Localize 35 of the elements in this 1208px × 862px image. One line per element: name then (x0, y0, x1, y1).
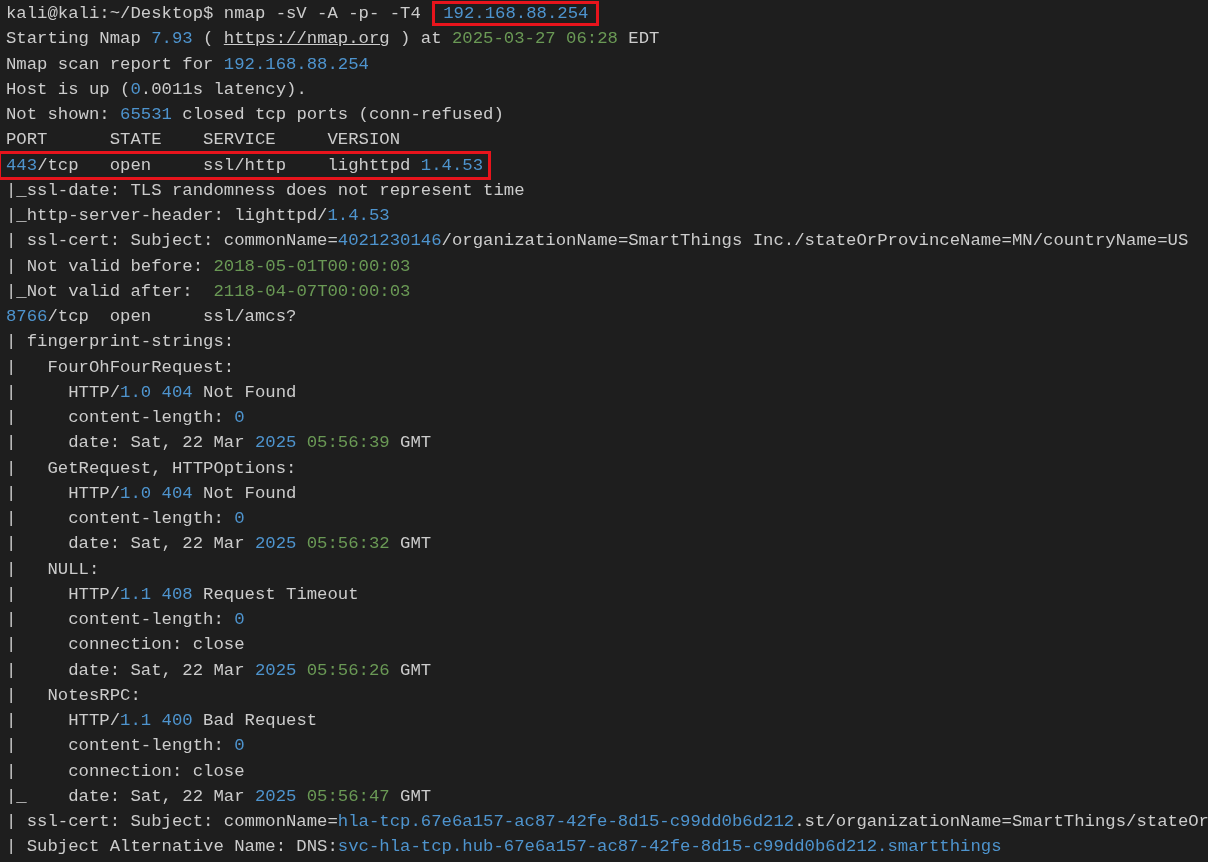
terminal-line: | content-length: 0 (6, 508, 245, 530)
terminal-line: | connection: close (6, 760, 245, 783)
terminal-line: | content-length: 0 (6, 407, 245, 429)
terminal-line: |_ssl-date: TLS randomness does not represent time (6, 179, 525, 202)
terminal-line: | date: Sat, 22 Mar 2025 05:56:32 GMT (6, 533, 432, 556)
terminal-line: kali@kali:~/Desktop$ nmap -sV -A -p- -T4 192.168.88.254 (6, 1, 597, 27)
terminal-line: | date: Sat, 22 Mar 2025 05:56:26 GMT (6, 659, 432, 682)
terminal-line: | Subject Alternative Name: DNS:svc-hla-tcp.hub-67e6a157-ac87-42fe-8d15-c99dd0b6d212.smartthings (6, 836, 1002, 859)
terminal-line: |_http-server-header: lighttpd/1.4.53 (6, 205, 390, 227)
link[interactable]: https://nmap.org (223, 29, 390, 49)
terminal-line: 8766/tcp open ssl/amcs? (6, 306, 297, 328)
terminal-line: | date: Sat, 22 Mar 2025 05:56:39 GMT (6, 432, 432, 455)
terminal-line: | connection: close (6, 634, 245, 657)
terminal-line: PORT STATE SERVICE VERSION (6, 129, 401, 152)
terminal-line: | NotesRPC: (6, 684, 141, 707)
terminal-line: Not shown: 65531 closed tcp ports (conn-refused) (6, 104, 504, 126)
terminal-line: | HTTP/1.0 404 Not Found (6, 381, 297, 404)
terminal-line: Starting Nmap 7.93 ( https://nmap.org ) at 2025-03-27 06:28 EDT (6, 28, 660, 51)
terminal-line: | HTTP/1.1 408 Request Timeout (6, 583, 359, 606)
terminal-line: Host is up (0.0011s latency). (6, 78, 307, 101)
terminal-line: | HTTP/1.0 404 Not Found (6, 482, 297, 505)
terminal-line: | ssl-cert: Subject: commonName=4021230146/organizationName=SmartThings Inc./stateOrProvinceName=MN/countryName=US (6, 230, 1189, 253)
terminal-line: | HTTP/1.1 400 Bad Request (6, 710, 318, 732)
terminal-line: | fingerprint-strings: (6, 331, 235, 354)
terminal-line: | Not valid before: 2018-05-01T00:00:03 (6, 255, 411, 278)
terminal-line: |_ date: Sat, 22 Mar 2025 05:56:47 GMT (6, 785, 432, 808)
terminal-line: | GetRequest, HTTPOptions: (6, 457, 297, 480)
terminal-line: 443/tcp open ssl/http lighttpd 1.4.53 (0, 152, 490, 178)
terminal-line: | ssl-cert: Subject: commonName=hla-tcp.67e6a157-ac87-42fe-8d15-c99dd0b6d212.st/organizationName=SmartThings/stateOr (6, 811, 1208, 833)
terminal-line: | NULL: (6, 558, 100, 581)
terminal-line: | FourOhFourRequest: (6, 356, 235, 379)
terminal-line: Nmap scan report for 192.168.88.254 (6, 53, 369, 76)
terminal-line: | content-length: 0 (6, 609, 245, 631)
terminal-line: |_Not valid after: 2118-04-07T00:00:03 (6, 280, 411, 303)
terminal-line: | content-length: 0 (6, 735, 245, 758)
